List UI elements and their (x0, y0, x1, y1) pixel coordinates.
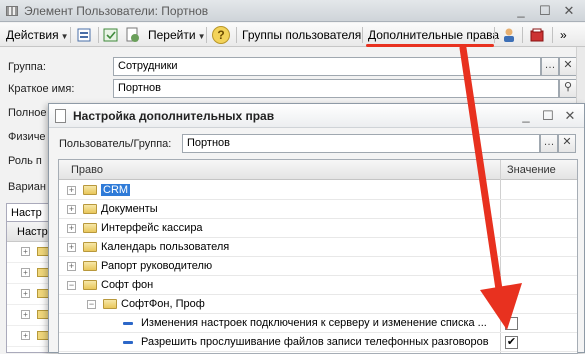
minimize-icon[interactable]: _ (512, 3, 530, 19)
group-clear-icon[interactable]: ✕ (559, 57, 577, 76)
folder-icon (83, 185, 97, 195)
annotation-underline (366, 44, 494, 47)
tree-row[interactable]: − СофтФон, Проф (59, 295, 577, 314)
dialog-titlebar: Настройка дополнительных прав _ ☐ ✕ (49, 104, 584, 128)
document-icon (55, 109, 66, 123)
tree-row-label: Календарь пользователя (101, 241, 230, 253)
short-name-label: Краткое имя: (8, 83, 75, 95)
help-icon[interactable]: ? (212, 26, 230, 44)
permission-checkbox[interactable]: ✔ (505, 336, 518, 349)
app-icon (6, 6, 18, 16)
tree-row-label: Рапорт руководителю (101, 260, 213, 272)
tree-row[interactable]: Изменения настроек подключения к серверу… (59, 314, 577, 333)
extra-rights-dialog: Настройка дополнительных прав _ ☐ ✕ Поль… (48, 103, 585, 354)
folder-icon (103, 299, 117, 309)
column-right-header[interactable]: Право (71, 164, 103, 176)
toolbar-separator (494, 27, 495, 43)
actions-menu-label: Действия (6, 28, 59, 42)
goto-menu-button[interactable]: Перейти ▼ (148, 26, 205, 44)
write-close-icon[interactable] (76, 26, 94, 44)
group-label: Группа: (8, 61, 46, 73)
tree-row-label: CRM (101, 184, 131, 196)
tree-row[interactable]: + Интерфейс кассира (59, 219, 577, 238)
tree-row[interactable]: + Календарь пользователя (59, 238, 577, 257)
tree-row-label: Софт фон (101, 279, 154, 291)
short-name-field[interactable]: Портнов (113, 79, 559, 98)
toolbar-separator (206, 27, 207, 43)
full-name-label: Полное (8, 107, 47, 119)
search-icon[interactable]: ⚲ (559, 79, 577, 98)
user-icon[interactable] (500, 26, 518, 44)
folder-icon (83, 223, 97, 233)
user-group-label: Пользователь/Группа: (59, 138, 172, 150)
expand-icon[interactable]: + (67, 186, 76, 195)
tree-row[interactable]: + Рапорт руководителю (59, 257, 577, 276)
group-select-button[interactable]: … (541, 57, 559, 76)
tree-row-label: СофтФон, Проф (121, 298, 205, 310)
main-toolbar: Действия ▼ Перейти ▼ ? Группы пользователя… (0, 23, 585, 47)
user-groups-button[interactable]: Группы пользователя (242, 26, 361, 44)
tree-row[interactable]: Разрешить прослушивание файлов записи те… (59, 333, 577, 352)
dialog-title: Настройка дополнительных прав (73, 109, 275, 123)
close-icon[interactable]: ✕ (561, 108, 579, 124)
tree-row[interactable]: + Документы (59, 200, 577, 219)
expand-icon[interactable]: + (67, 205, 76, 214)
group-field[interactable]: Сотрудники (113, 57, 541, 76)
toolbar-separator (522, 27, 523, 43)
user-group-clear-icon[interactable]: ✕ (558, 134, 576, 153)
tree-row-label: Разрешить прослушивание файлов записи те… (141, 336, 489, 348)
tree-row[interactable]: + CRM (59, 181, 577, 200)
toolbar-separator (362, 27, 363, 43)
folder-icon (83, 204, 97, 214)
right-item-icon (123, 341, 133, 344)
collapse-icon[interactable]: − (67, 281, 76, 290)
column-value-header[interactable]: Значение (507, 164, 556, 176)
close-icon[interactable]: ✕ (560, 3, 578, 19)
role-label: Роль п (8, 155, 42, 167)
user-group-select-button[interactable]: … (540, 134, 558, 153)
phys-person-label: Физиче (8, 131, 46, 143)
toolbar-separator (552, 27, 553, 43)
tree-row-label: Интерфейс кассира (101, 222, 203, 234)
phone-icon[interactable] (528, 26, 546, 44)
user-group-field[interactable]: Портнов (182, 134, 540, 153)
main-window-titlebar: Элемент Пользователи: Портнов _ ☐ ✕ (0, 0, 585, 22)
maximize-icon[interactable]: ☐ (536, 3, 554, 19)
caret-down-icon: ▼ (60, 32, 69, 41)
toolbar-separator (70, 27, 71, 43)
maximize-icon[interactable]: ☐ (539, 108, 557, 124)
tree-row-label: Изменения настроек подключения к серверу… (141, 317, 487, 329)
folder-icon (83, 261, 97, 271)
extra-rights-button[interactable]: Дополнительные права (368, 26, 499, 44)
expand-icon[interactable]: + (67, 262, 76, 271)
variant-label: Вариан (8, 181, 46, 193)
goto-menu-label: Перейти (148, 28, 196, 42)
save-icon[interactable] (102, 26, 120, 44)
minimize-icon[interactable]: _ (517, 108, 535, 124)
folder-icon (83, 280, 97, 290)
copy-document-icon[interactable] (124, 26, 142, 44)
tree-row-label: Документы (101, 203, 158, 215)
expand-icon[interactable]: + (67, 224, 76, 233)
permission-checkbox[interactable] (505, 317, 518, 330)
caret-down-icon: ▼ (197, 32, 206, 41)
main-window-title: Элемент Пользователи: Портнов (24, 4, 209, 18)
tree-row[interactable]: − Софт фон (59, 276, 577, 295)
actions-menu-button[interactable]: Действия ▼ (6, 26, 69, 44)
folder-icon (83, 242, 97, 252)
collapse-icon[interactable]: − (87, 300, 96, 309)
rights-tree-grid: Право Значение + CRM + Документы + Интерфейс … (58, 159, 578, 354)
expand-icon[interactable]: + (67, 243, 76, 252)
toolbar-separator (98, 27, 99, 43)
toolbar-separator (236, 27, 237, 43)
toolbar-overflow-icon[interactable]: » (560, 26, 567, 44)
right-item-icon (123, 322, 133, 325)
